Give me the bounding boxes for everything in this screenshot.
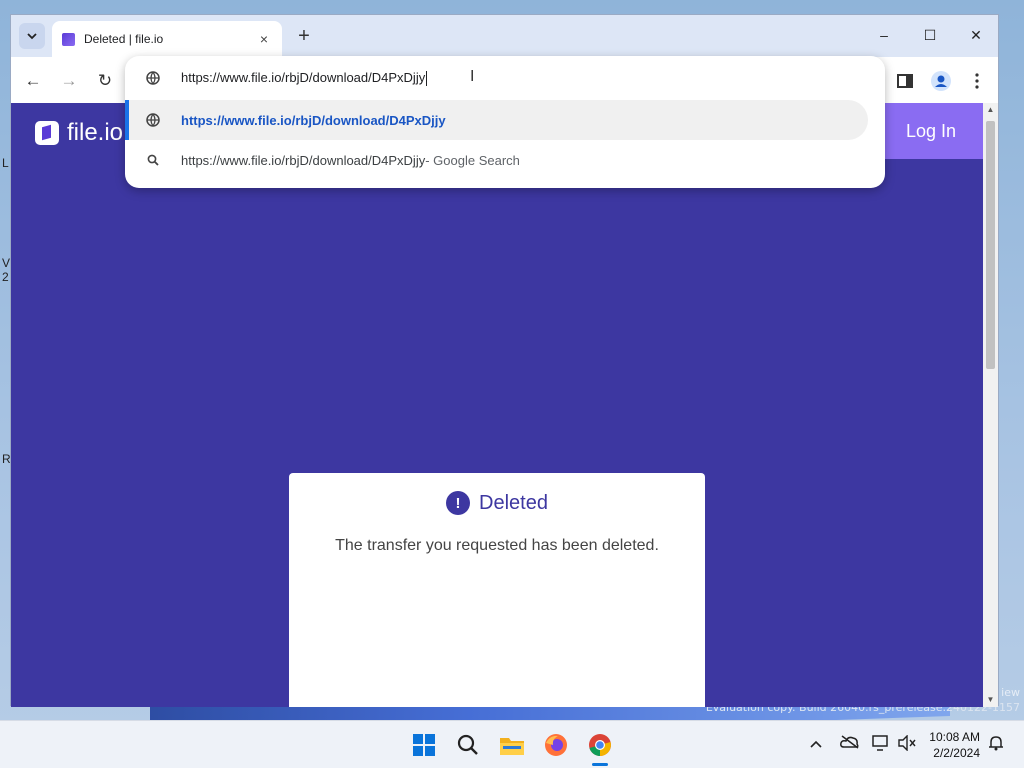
scroll-up-icon[interactable]: ▲: [983, 103, 998, 117]
tab-strip: Deleted | file.io × + – ☐ ✕: [11, 15, 998, 57]
card-header: ! Deleted: [289, 491, 705, 515]
desktop-edge-text: V: [2, 256, 11, 270]
address-input[interactable]: https://www.file.io/rbjD/download/D4PxDj…: [181, 70, 428, 87]
forward-button[interactable]: →: [57, 69, 81, 93]
watermark-line: iew: [1001, 686, 1020, 699]
fileio-favicon-icon: [62, 32, 75, 46]
suggestion-item[interactable]: https://www.file.io/rbjD/download/D4PxDj…: [125, 140, 885, 180]
onedrive-offline-icon[interactable]: [840, 735, 860, 752]
globe-icon: [125, 113, 181, 127]
scroll-thumb[interactable]: [986, 121, 995, 369]
tab-title: Deleted | file.io: [84, 32, 164, 46]
start-icon[interactable]: [410, 731, 438, 759]
web-page: file.io Log In ! Deleted The transfer yo…: [11, 103, 983, 707]
status-card: ! Deleted The transfer you requested has…: [289, 473, 705, 707]
tray-overflow-icon[interactable]: [810, 735, 822, 751]
page-scrollbar[interactable]: ▲ ▼: [983, 103, 998, 707]
logo-text: file.io: [67, 119, 124, 146]
desktop-edge-text: L: [2, 156, 9, 170]
scroll-down-icon[interactable]: ▼: [983, 693, 998, 707]
tab-active[interactable]: Deleted | file.io ×: [52, 21, 282, 57]
card-title: Deleted: [479, 491, 548, 514]
volume-muted-icon[interactable]: [898, 734, 916, 754]
search-icon[interactable]: [454, 731, 482, 759]
file-explorer-icon[interactable]: [498, 731, 526, 759]
browser-menu-icon[interactable]: [965, 69, 989, 93]
site-logo[interactable]: file.io: [35, 119, 123, 147]
alert-icon: !: [446, 491, 471, 515]
chevron-down-icon: [27, 33, 37, 40]
desktop-edge-text: 2: [2, 270, 9, 284]
globe-icon: [125, 71, 181, 85]
text-cursor-icon: I: [470, 68, 475, 85]
fileio-logo-icon: [35, 121, 59, 145]
tab-close-icon[interactable]: ×: [256, 31, 272, 47]
side-panel-icon[interactable]: [893, 69, 917, 93]
profile-avatar-icon[interactable]: [929, 69, 953, 93]
taskbar: 10:08 AM 2/2/2024: [0, 720, 1024, 768]
firefox-icon[interactable]: [542, 731, 570, 759]
minimize-button[interactable]: –: [861, 23, 907, 47]
clock-date: 2/2/2024: [933, 746, 980, 760]
omnibox-input-row[interactable]: https://www.file.io/rbjD/download/D4PxDj…: [125, 58, 885, 98]
chrome-icon[interactable]: [586, 731, 614, 759]
suggestion-url: https://www.file.io/rbjD/download/D4PxDj…: [181, 112, 446, 128]
login-button[interactable]: Log In: [879, 103, 983, 159]
active-app-indicator: [592, 763, 608, 766]
maximize-button[interactable]: ☐: [907, 23, 953, 47]
suggestion-search-text: https://www.file.io/rbjD/download/D4PxDj…: [181, 152, 426, 168]
suggestion-item[interactable]: https://www.file.io/rbjD/download/D4PxDj…: [125, 100, 885, 140]
tab-search-button[interactable]: [19, 23, 45, 49]
clock-time: 10:08 AM: [929, 730, 980, 744]
search-icon: [125, 154, 181, 166]
system-clock[interactable]: 10:08 AM 2/2/2024: [929, 729, 980, 761]
close-window-button[interactable]: ✕: [953, 23, 999, 47]
reload-button[interactable]: ↻: [93, 69, 117, 93]
omnibox-dropdown: https://www.file.io/rbjD/download/D4PxDj…: [125, 56, 885, 188]
back-button[interactable]: ←: [21, 69, 45, 93]
suggestion-search-suffix: - Google Search: [425, 152, 520, 168]
network-icon[interactable]: [872, 735, 890, 754]
notification-bell-icon[interactable]: [988, 735, 1004, 754]
new-tab-button[interactable]: +: [293, 25, 315, 47]
card-message: The transfer you requested has been dele…: [335, 537, 659, 554]
